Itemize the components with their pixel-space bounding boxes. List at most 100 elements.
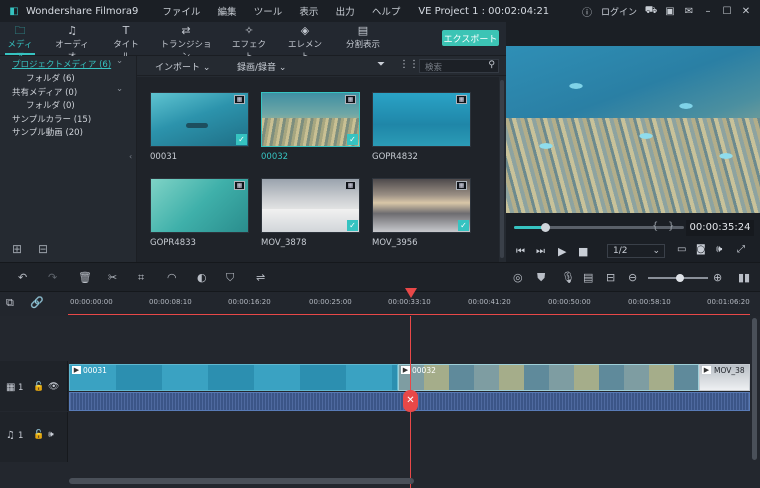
zoom-handle[interactable] [676,274,684,282]
menu-file[interactable]: ファイル [162,7,200,18]
progress-track[interactable] [514,223,684,232]
maximize-icon[interactable]: ☐ [719,3,735,19]
add-track-icon[interactable]: ⧉ [6,296,14,310]
undo-icon[interactable]: ↶ [18,271,27,284]
check-icon: ✓ [347,220,358,231]
chevron-down-icon[interactable]: ⌄ [116,84,123,94]
timeline-vertical-scrollbar[interactable] [752,318,757,460]
marker-icon[interactable]: ⛊ [537,271,545,285]
ruler-tick: 00:00:00:00 [70,298,113,306]
render-icon[interactable]: ◎ [513,271,523,284]
snapshot-icon[interactable]: ◙ [696,244,706,255]
stop-icon[interactable]: ■ [578,245,588,258]
add-folder-icon[interactable]: ⊞ [12,242,22,256]
notification-icon[interactable]: ✉ [681,3,697,19]
info-icon[interactable]: ⓘ [579,3,595,19]
minimize-icon[interactable]: – [700,3,716,19]
audio-track-number: 1 [18,431,24,441]
speaker-icon[interactable]: 🕪 [48,430,54,440]
green-screen-icon[interactable]: ⛉ [226,271,234,285]
media-thumb-mov3878[interactable]: ▦ ✓ [261,178,360,233]
media-thumb-gopr4833[interactable]: ▦ [150,178,249,233]
playhead-split-icon[interactable]: ✕ [403,390,418,412]
tree-project-media[interactable]: プロジェクトメディア (6) [12,58,111,70]
eye-icon[interactable]: 👁 [48,382,59,392]
timeline-ruler[interactable]: ⧉ 🔗 00:00:00:00 00:00:08:10 00:00:16:20 … [0,292,760,316]
ruler-tick: 00:01:06:20 [707,298,750,306]
media-thumb-gopr4832[interactable]: ▦ [372,92,471,147]
audio-track-icon: ♫ [6,430,15,441]
timeline-horizontal-scrollbar[interactable] [69,478,414,484]
crop-icon[interactable]: ⌗ [138,271,144,285]
mixer-icon[interactable]: ▤ [583,271,593,284]
video-track-icon: ▦ [6,382,16,393]
menu-export[interactable]: 出力 [336,7,355,18]
tree-shared-media[interactable]: 共有メディア (0) [12,86,77,98]
grid-view-icon[interactable]: ⋮⋮ [399,59,419,70]
lock-icon[interactable]: 🔓 [33,382,44,392]
cart-icon[interactable]: ⛟ [643,3,659,19]
tree-sample-videos[interactable]: サンプル動画 (20) [12,126,83,138]
step-back-icon[interactable]: ⏮ [516,246,525,257]
clip-00031[interactable]: ▶ 00031 [69,364,398,391]
mark-in-icon[interactable]: { [652,221,658,232]
playhead-marker[interactable] [405,288,417,298]
mark-out-icon[interactable]: } [668,221,674,232]
tree-folder-project[interactable]: フォルダ (6) [26,72,75,84]
project-title: VE Project 1 : 00:02:04:21 [418,5,550,17]
tree-sample-colors[interactable]: サンプルカラー (15) [12,113,91,125]
panel-toggle-icon[interactable]: ▮▮ [738,271,750,284]
import-dropdown[interactable]: インポート ⌄ [155,60,210,73]
audio-adjust-icon[interactable]: ⇌ [256,271,265,284]
login-link[interactable]: ログイン [601,5,637,18]
search-input[interactable]: 検索 ⚲ [419,59,499,73]
menu-view[interactable]: 表示 [299,7,318,18]
play-icon[interactable]: ▶ [558,245,566,258]
split-screen-icon[interactable]: ⊟ [606,271,615,284]
delete-icon[interactable]: 🗑 [78,271,92,284]
fish-shapes [506,46,760,213]
folder-icon: 🗀 [14,24,26,37]
menu-help[interactable]: ヘルプ [372,7,401,18]
media-thumb-mov3956[interactable]: ▦ ✓ [372,178,471,233]
tab-split-screen[interactable]: ▤ 分割表示 [344,24,382,50]
step-forward-icon[interactable]: ⏭ [536,246,545,257]
close-icon[interactable]: ✕ [738,3,754,19]
transition-icon: ⇄ [181,24,191,37]
lock-icon[interactable]: 🔓 [33,430,44,440]
save-icon[interactable]: ▣ [662,3,678,19]
clip-00032[interactable]: ▶ 00032 [398,364,699,391]
tree-folder-shared[interactable]: フォルダ (0) [26,99,75,111]
filter-icon[interactable]: ⏷ [377,59,385,70]
chevron-down-icon[interactable]: ⌄ [116,56,123,66]
media-scrollbar[interactable] [500,80,504,258]
diver-shape [186,123,208,128]
speed-icon[interactable]: ◠ [167,271,177,284]
monitor-icon[interactable]: ▭ [677,244,686,255]
search-icon: ⚲ [488,60,495,70]
media-thumb-00032[interactable]: ▦ ✓ [261,92,360,147]
cut-icon[interactable]: ✂ [108,271,117,284]
link-icon[interactable]: 🔗 [30,296,44,309]
progress-handle[interactable] [540,223,550,232]
quality-select[interactable]: 1/2 ⌄ [607,244,665,258]
collapse-arrow-icon[interactable]: ‹ [129,152,132,161]
record-dropdown[interactable]: 録画/録音 ⌄ [237,60,286,73]
clip-name: MOV_38 [714,366,745,375]
zoom-out-icon[interactable]: ⊖ [628,271,637,284]
zoom-slider[interactable] [648,274,708,282]
export-button[interactable]: エクスポート [442,30,499,46]
menu-edit[interactable]: 編集 [218,7,237,18]
media-thumb-00031[interactable]: ▦ ✓ [150,92,249,147]
delete-folder-icon[interactable]: ⊟ [38,242,48,256]
redo-icon[interactable]: ↷ [48,271,57,284]
video-badge-icon: ▦ [234,181,245,190]
zoom-in-icon[interactable]: ⊕ [713,271,722,284]
volume-icon[interactable]: 🕪 [716,244,722,255]
voiceover-icon[interactable]: 🎙 [561,271,575,284]
menu-tools[interactable]: ツール [254,7,283,18]
clip-mov3878[interactable]: ▶ MOV_38 [699,364,750,391]
fullscreen-icon[interactable]: ⤢ [737,244,745,255]
timeline-tracks: ▦ 1 🔓 👁 ♫ 1 🔓 🕪 ▶ 00031 ▶ 00032 ▶ MOV_38… [0,316,760,488]
color-icon[interactable]: ◐ [197,271,207,284]
